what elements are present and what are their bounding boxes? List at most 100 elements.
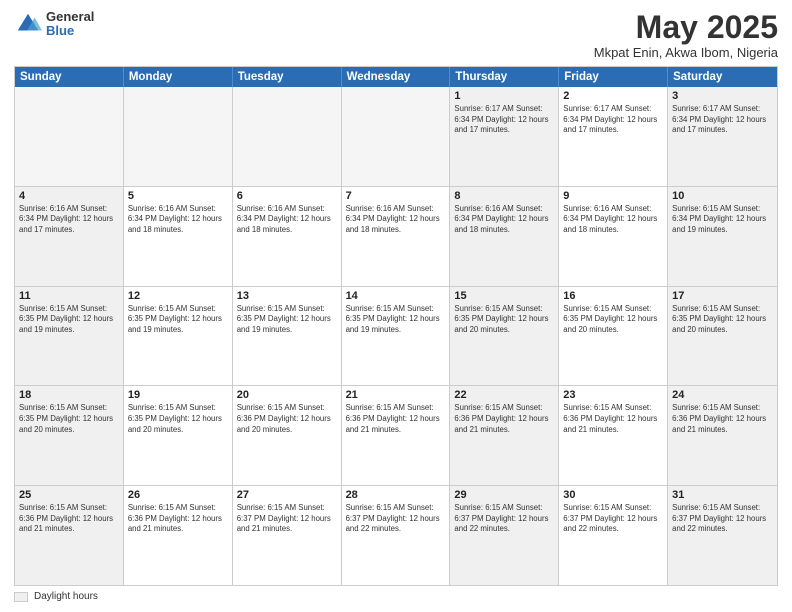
- cal-cell-6: 6 Sunrise: 6:16 AM Sunset: 6:34 PM Daylig…: [233, 187, 342, 286]
- calendar-body: 1 Sunrise: 6:17 AM Sunset: 6:34 PM Daylig…: [15, 87, 777, 585]
- day-info: Sunrise: 6:15 AM Sunset: 6:34 PM Dayligh…: [672, 204, 773, 236]
- header-day-wednesday: Wednesday: [342, 67, 451, 87]
- day-number: 30: [563, 489, 663, 501]
- day-number: 31: [672, 489, 773, 501]
- day-number: 2: [563, 90, 663, 102]
- day-number: 13: [237, 290, 337, 302]
- week-row-3: 11 Sunrise: 6:15 AM Sunset: 6:35 PM Dayli…: [15, 287, 777, 387]
- day-number: 29: [454, 489, 554, 501]
- day-number: 5: [128, 190, 228, 202]
- day-info: Sunrise: 6:15 AM Sunset: 6:37 PM Dayligh…: [346, 503, 446, 535]
- day-info: Sunrise: 6:15 AM Sunset: 6:35 PM Dayligh…: [19, 304, 119, 336]
- cal-cell-4: 4Sunrise: 6:16 AM Sunset: 6:34 PM Daylig…: [15, 187, 124, 286]
- cal-cell-17: 17Sunrise: 6:15 AM Sunset: 6:35 PM Dayli…: [668, 287, 777, 386]
- day-info: Sunrise: 6:15 AM Sunset: 6:36 PM Dayligh…: [454, 403, 554, 435]
- week-row-4: 18 Sunrise: 6:15 AM Sunset: 6:35 PM Dayli…: [15, 386, 777, 486]
- day-info: Sunrise: 6:16 AM Sunset: 6:34 PM Dayligh…: [128, 204, 228, 236]
- cal-cell-2: 2 Sunrise: 6:17 AM Sunset: 6:34 PM Daylig…: [559, 87, 668, 186]
- logo-icon: [14, 10, 42, 38]
- cal-cell-14: 14Sunrise: 6:15 AM Sunset: 6:35 PM Dayli…: [342, 287, 451, 386]
- day-info: Sunrise: 6:15 AM Sunset: 6:36 PM Dayligh…: [672, 403, 773, 435]
- day-info: Sunrise: 6:15 AM Sunset: 6:35 PM Dayligh…: [454, 304, 554, 336]
- cal-cell-empty: [15, 87, 124, 186]
- day-info: Sunrise: 6:17 AM Sunset: 6:34 PM Dayligh…: [563, 104, 663, 136]
- day-info: Sunrise: 6:16 AM Sunset: 6:34 PM Dayligh…: [346, 204, 446, 236]
- day-number: 4: [19, 190, 119, 202]
- logo-text: General Blue: [46, 10, 94, 39]
- day-number: 10: [672, 190, 773, 202]
- logo-general: General: [46, 10, 94, 24]
- legend-label: Daylight hours: [34, 591, 98, 602]
- day-number: 26: [128, 489, 228, 501]
- cal-cell-24: 24 Sunrise: 6:15 AM Sunset: 6:36 PM Dayli…: [668, 386, 777, 485]
- day-info: Sunrise: 6:15 AM Sunset: 6:35 PM Dayligh…: [19, 403, 119, 435]
- cal-cell-9: 9 Sunrise: 6:16 AM Sunset: 6:34 PM Daylig…: [559, 187, 668, 286]
- day-info: Sunrise: 6:15 AM Sunset: 6:37 PM Dayligh…: [237, 503, 337, 535]
- header: General Blue May 2025 Mkpat Enin, Akwa I…: [14, 10, 778, 60]
- header-day-tuesday: Tuesday: [233, 67, 342, 87]
- day-number: 16: [563, 290, 663, 302]
- week-row-1: 1 Sunrise: 6:17 AM Sunset: 6:34 PM Daylig…: [15, 87, 777, 187]
- day-number: 19: [128, 389, 228, 401]
- cal-cell-30: 30 Sunrise: 6:15 AM Sunset: 6:37 PM Dayli…: [559, 486, 668, 585]
- day-info: Sunrise: 6:15 AM Sunset: 6:36 PM Dayligh…: [346, 403, 446, 435]
- day-number: 12: [128, 290, 228, 302]
- day-info: Sunrise: 6:16 AM Sunset: 6:34 PM Dayligh…: [237, 204, 337, 236]
- day-number: 24: [672, 389, 773, 401]
- page: General Blue May 2025 Mkpat Enin, Akwa I…: [0, 0, 792, 612]
- cal-cell-26: 26Sunrise: 6:15 AM Sunset: 6:36 PM Dayli…: [124, 486, 233, 585]
- header-day-sunday: Sunday: [15, 67, 124, 87]
- day-info: Sunrise: 6:15 AM Sunset: 6:36 PM Dayligh…: [19, 503, 119, 535]
- day-number: 20: [237, 389, 337, 401]
- cal-cell-23: 23Sunrise: 6:15 AM Sunset: 6:36 PM Dayli…: [559, 386, 668, 485]
- day-number: 7: [346, 190, 446, 202]
- cal-cell-25: 25 Sunrise: 6:15 AM Sunset: 6:36 PM Dayli…: [15, 486, 124, 585]
- day-number: 3: [672, 90, 773, 102]
- day-number: 1: [454, 90, 554, 102]
- cal-cell-3: 3 Sunrise: 6:17 AM Sunset: 6:34 PM Daylig…: [668, 87, 777, 186]
- day-number: 27: [237, 489, 337, 501]
- cal-cell-19: 19Sunrise: 6:15 AM Sunset: 6:35 PM Dayli…: [124, 386, 233, 485]
- day-number: 6: [237, 190, 337, 202]
- day-number: 11: [19, 290, 119, 302]
- cal-cell-empty: [233, 87, 342, 186]
- day-number: 22: [454, 389, 554, 401]
- day-number: 15: [454, 290, 554, 302]
- cal-cell-empty: [124, 87, 233, 186]
- day-info: Sunrise: 6:15 AM Sunset: 6:37 PM Dayligh…: [672, 503, 773, 535]
- day-number: 18: [19, 389, 119, 401]
- week-row-5: 25 Sunrise: 6:15 AM Sunset: 6:36 PM Dayli…: [15, 486, 777, 585]
- header-day-friday: Friday: [559, 67, 668, 87]
- title-block: May 2025 Mkpat Enin, Akwa Ibom, Nigeria: [594, 10, 778, 60]
- calendar: SundayMondayTuesdayWednesdayThursdayFrid…: [14, 66, 778, 586]
- day-info: Sunrise: 6:15 AM Sunset: 6:35 PM Dayligh…: [672, 304, 773, 336]
- day-info: Sunrise: 6:15 AM Sunset: 6:35 PM Dayligh…: [346, 304, 446, 336]
- cal-cell-10: 10 Sunrise: 6:15 AM Sunset: 6:34 PM Dayli…: [668, 187, 777, 286]
- cal-cell-22: 22 Sunrise: 6:15 AM Sunset: 6:36 PM Dayli…: [450, 386, 559, 485]
- week-row-2: 4 Sunrise: 6:16 AM Sunset: 6:34 PM Daylig…: [15, 187, 777, 287]
- main-title: May 2025: [594, 10, 778, 45]
- day-number: 8: [454, 190, 554, 202]
- cal-cell-20: 20 Sunrise: 6:15 AM Sunset: 6:36 PM Dayli…: [233, 386, 342, 485]
- legend: Daylight hours: [14, 591, 778, 602]
- day-info: Sunrise: 6:15 AM Sunset: 6:37 PM Dayligh…: [563, 503, 663, 535]
- cal-cell-1: 1Sunrise: 6:17 AM Sunset: 6:34 PM Daylig…: [450, 87, 559, 186]
- day-info: Sunrise: 6:16 AM Sunset: 6:34 PM Dayligh…: [563, 204, 663, 236]
- cal-cell-11: 11 Sunrise: 6:15 AM Sunset: 6:35 PM Dayli…: [15, 287, 124, 386]
- legend-box: [14, 592, 28, 602]
- cal-cell-15: 15 Sunrise: 6:15 AM Sunset: 6:35 PM Dayli…: [450, 287, 559, 386]
- day-info: Sunrise: 6:16 AM Sunset: 6:34 PM Dayligh…: [454, 204, 554, 236]
- day-number: 23: [563, 389, 663, 401]
- day-info: Sunrise: 6:15 AM Sunset: 6:36 PM Dayligh…: [237, 403, 337, 435]
- day-number: 25: [19, 489, 119, 501]
- cal-cell-18: 18 Sunrise: 6:15 AM Sunset: 6:35 PM Dayli…: [15, 386, 124, 485]
- cal-cell-31: 31 Sunrise: 6:15 AM Sunset: 6:37 PM Dayli…: [668, 486, 777, 585]
- cal-cell-21: 21Sunrise: 6:15 AM Sunset: 6:36 PM Dayli…: [342, 386, 451, 485]
- day-info: Sunrise: 6:15 AM Sunset: 6:35 PM Dayligh…: [563, 304, 663, 336]
- cal-cell-29: 29Sunrise: 6:15 AM Sunset: 6:37 PM Dayli…: [450, 486, 559, 585]
- day-info: Sunrise: 6:17 AM Sunset: 6:34 PM Dayligh…: [672, 104, 773, 136]
- day-number: 28: [346, 489, 446, 501]
- day-number: 9: [563, 190, 663, 202]
- cal-cell-28: 28 Sunrise: 6:15 AM Sunset: 6:37 PM Dayli…: [342, 486, 451, 585]
- cal-cell-16: 16 Sunrise: 6:15 AM Sunset: 6:35 PM Dayli…: [559, 287, 668, 386]
